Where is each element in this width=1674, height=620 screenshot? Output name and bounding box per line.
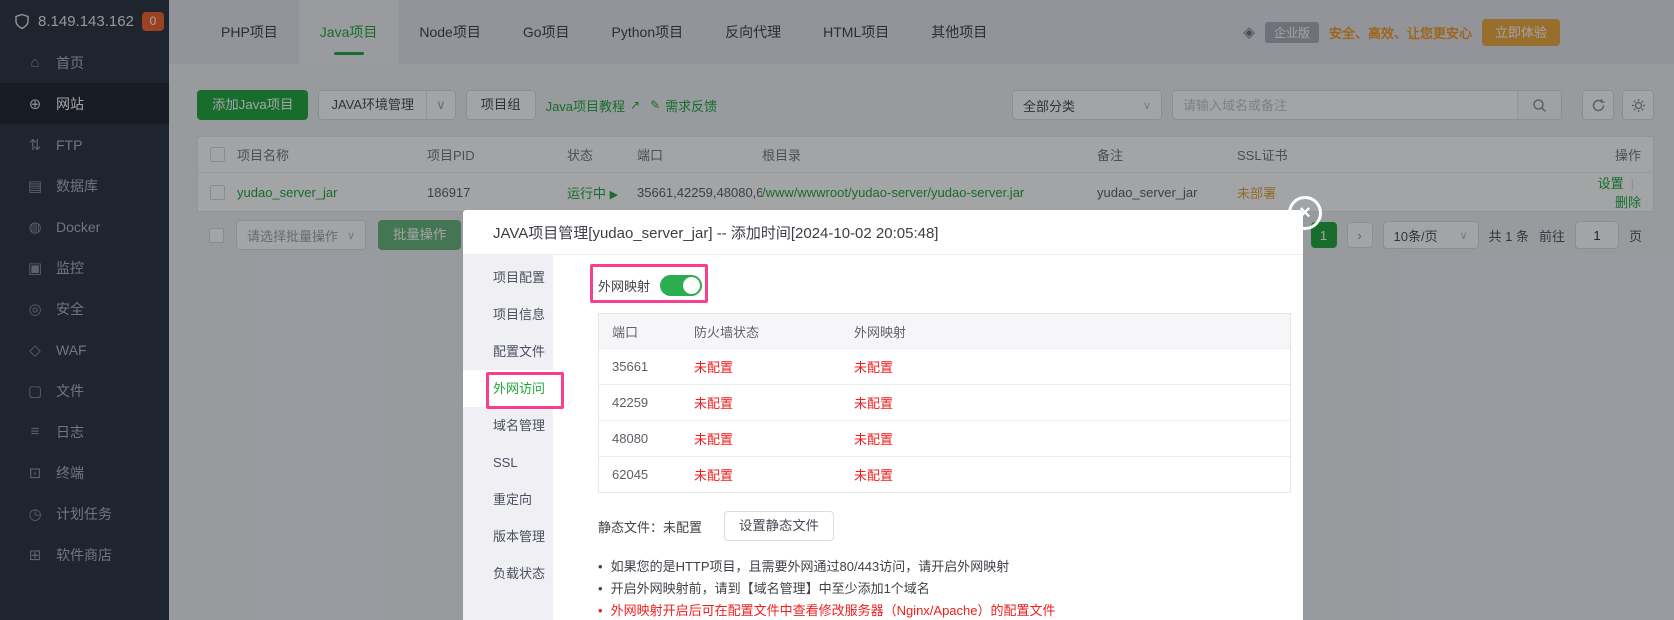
- port-value: 35661: [599, 359, 694, 374]
- port-table-row: 35661 未配置 未配置: [599, 348, 1290, 384]
- port-mapping-table: 端口 防火墙状态 外网映射 35661 未配置 未配置 42259 未配置 未配…: [598, 313, 1291, 493]
- mapping-status: 未配置: [854, 393, 1290, 412]
- mapping-status: 未配置: [854, 465, 1290, 484]
- mapping-status: 未配置: [854, 429, 1290, 448]
- port-col-header: 端口: [599, 322, 694, 341]
- port-table-row: 48080 未配置 未配置: [599, 420, 1290, 456]
- port-table-header: 端口 防火墙状态 外网映射: [599, 314, 1290, 348]
- port-value: 42259: [599, 395, 694, 410]
- tip-item: •如果您的是HTTP项目，且需要外网通过80/443访问，请开启外网映射: [598, 557, 1291, 576]
- port-value: 48080: [599, 431, 694, 446]
- tips-list: •如果您的是HTTP项目，且需要外网通过80/443访问，请开启外网映射 •开启…: [598, 557, 1291, 620]
- static-file-label: 静态文件：: [598, 517, 663, 536]
- mapping-col-header: 外网映射: [854, 322, 1290, 341]
- firewall-col-header: 防火墙状态: [694, 322, 854, 341]
- menu-item-ssl[interactable]: SSL: [463, 444, 553, 481]
- dialog-body: 项目配置 项目信息 配置文件 外网访问 域名管理 SSL 重定向 版本管理 负载…: [463, 255, 1303, 620]
- firewall-status: 未配置: [694, 465, 854, 484]
- dialog-menu: 项目配置 项目信息 配置文件 外网访问 域名管理 SSL 重定向 版本管理 负载…: [463, 255, 553, 620]
- firewall-status: 未配置: [694, 357, 854, 376]
- mapping-toggle-label: 外网映射: [598, 276, 650, 295]
- firewall-status: 未配置: [694, 429, 854, 448]
- firewall-status: 未配置: [694, 393, 854, 412]
- menu-item-domain-manage[interactable]: 域名管理: [463, 407, 553, 444]
- tip-item-warning: •外网映射开启后可在配置文件中查看修改服务器（Nginx/Apache）的配置文…: [598, 601, 1291, 620]
- close-icon: ×: [1299, 202, 1311, 224]
- bullet-dot: •: [598, 601, 603, 620]
- mapping-toggle-row: 外网映射: [598, 265, 1291, 305]
- menu-item-redirect[interactable]: 重定向: [463, 481, 553, 518]
- external-access-panel: 外网映射 端口 防火墙状态 外网映射 35661 未配置 未配置 42259 未…: [553, 255, 1303, 620]
- bullet-dot: •: [598, 579, 603, 598]
- static-file-row: 静态文件： 未配置 设置静态文件: [598, 511, 1291, 541]
- mapping-status: 未配置: [854, 357, 1290, 376]
- static-file-value: 未配置: [663, 517, 702, 536]
- port-table-row: 42259 未配置 未配置: [599, 384, 1290, 420]
- menu-item-version-manage[interactable]: 版本管理: [463, 518, 553, 555]
- bullet-dot: •: [598, 557, 603, 576]
- dialog-title: JAVA项目管理[yudao_server_jar] -- 添加时间[2024-…: [463, 210, 1303, 255]
- menu-item-config-file[interactable]: 配置文件: [463, 333, 553, 370]
- java-project-manage-dialog: JAVA项目管理[yudao_server_jar] -- 添加时间[2024-…: [463, 210, 1303, 620]
- menu-item-load-status[interactable]: 负载状态: [463, 555, 553, 592]
- menu-item-external-access[interactable]: 外网访问: [463, 370, 553, 407]
- mapping-toggle-switch[interactable]: [660, 275, 702, 296]
- menu-item-project-config[interactable]: 项目配置: [463, 259, 553, 296]
- port-value: 62045: [599, 467, 694, 482]
- toggle-knob: [683, 277, 700, 294]
- tip-item: •开启外网映射前，请到【域名管理】中至少添加1个域名: [598, 579, 1291, 598]
- port-table-row: 62045 未配置 未配置: [599, 456, 1290, 492]
- set-static-file-button[interactable]: 设置静态文件: [724, 511, 834, 541]
- dialog-close-button[interactable]: ×: [1288, 196, 1322, 230]
- menu-item-project-info[interactable]: 项目信息: [463, 296, 553, 333]
